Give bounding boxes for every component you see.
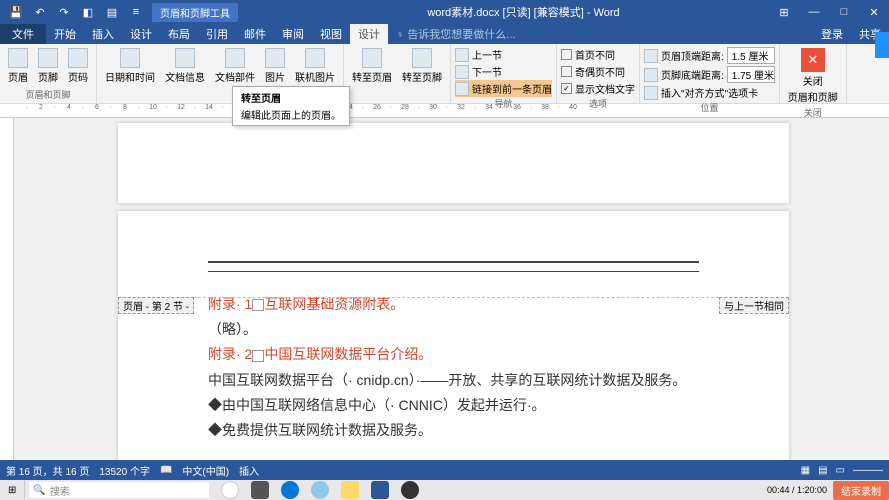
- doc-info-button[interactable]: 文档信息: [161, 46, 209, 86]
- qat-icon[interactable]: ◧: [78, 2, 98, 22]
- goto-footer-button[interactable]: 转至页脚: [398, 46, 446, 86]
- qat-dropdown-icon[interactable]: ≡: [126, 2, 146, 22]
- tooltip: 转至页眉 编辑此页面上的页眉。: [232, 86, 350, 126]
- zoom-slider[interactable]: ———: [853, 465, 883, 476]
- document-page[interactable]: [118, 123, 789, 203]
- doc-text: ◆免费提供互联网统计数据及服务。: [208, 418, 699, 443]
- view-web-icon[interactable]: ▭: [836, 465, 845, 476]
- tab-insert[interactable]: 插入: [84, 24, 122, 44]
- stop-recording-button[interactable]: 结束录制: [833, 481, 889, 500]
- tab-design-hf[interactable]: 设计: [350, 24, 388, 44]
- diff-odd-even-checkbox[interactable]: [561, 66, 572, 77]
- cortana-icon[interactable]: [221, 481, 239, 499]
- login-link[interactable]: 登录: [813, 26, 851, 42]
- quick-parts-button[interactable]: 文档部件: [211, 46, 259, 86]
- search-icon: 🔍: [33, 485, 45, 496]
- doc-text: 附录· 1: [208, 296, 252, 312]
- tab-review[interactable]: 审阅: [274, 24, 312, 44]
- tab-mailings[interactable]: 邮件: [236, 24, 274, 44]
- doc-text: 互联网基础资源附表。: [264, 296, 404, 312]
- undo-icon[interactable]: ↶: [30, 2, 50, 22]
- prev-section-button[interactable]: 上一节: [455, 46, 552, 63]
- group-label: 位置: [644, 101, 775, 114]
- taskbar-search[interactable]: 🔍 搜索: [29, 482, 209, 498]
- header-top-icon: [644, 49, 658, 63]
- doc-text: 中国互联网数据平台介绍。: [264, 346, 432, 362]
- picture-button[interactable]: 图片: [261, 46, 289, 86]
- view-read-icon[interactable]: ▦: [801, 465, 810, 476]
- footer-bottom-icon: [644, 68, 658, 82]
- start-button[interactable]: ⊞: [0, 480, 25, 500]
- insert-mode[interactable]: 插入: [239, 463, 259, 478]
- date-time-button[interactable]: 日期和时间: [101, 46, 159, 86]
- page-number-button[interactable]: 页码: [64, 46, 92, 86]
- next-section-button[interactable]: 下一节: [455, 63, 552, 80]
- diff-first-page-checkbox[interactable]: [561, 49, 572, 60]
- tab-home[interactable]: 开始: [46, 24, 84, 44]
- tab-references[interactable]: 引用: [198, 24, 236, 44]
- taskview-icon[interactable]: [251, 481, 269, 499]
- cloud-icon[interactable]: [311, 481, 329, 499]
- word-icon[interactable]: [371, 481, 389, 499]
- side-panel-indicator[interactable]: [875, 32, 889, 58]
- footer-button[interactable]: 页脚: [34, 46, 62, 86]
- qat-icon[interactable]: ▤: [102, 2, 122, 22]
- view-print-icon[interactable]: ▤: [818, 465, 827, 476]
- doc-text: （略）。: [208, 317, 699, 342]
- page-count[interactable]: 第 16 页，共 16 页: [6, 463, 89, 478]
- close-button[interactable]: ✕: [859, 0, 889, 24]
- tab-file[interactable]: 文件: [0, 24, 46, 44]
- insert-align-tab-button[interactable]: 插入"对齐方式"选项卡: [644, 84, 775, 101]
- save-icon[interactable]: 💾: [6, 2, 26, 22]
- spellcheck-icon[interactable]: 📖: [160, 465, 172, 476]
- contextual-tab: 页眉和页脚工具: [152, 3, 238, 22]
- explorer-icon[interactable]: [341, 481, 359, 499]
- doc-text: 附录· 2: [208, 346, 252, 362]
- word-count[interactable]: 13520 个字: [99, 463, 150, 478]
- ribbon-options-icon[interactable]: ⊞: [769, 0, 799, 24]
- footer-bottom-spinner[interactable]: 1.75 厘米: [727, 66, 775, 83]
- group-label: 页眉和页脚: [4, 88, 92, 101]
- checkbox-glyph-icon: [252, 350, 264, 362]
- window-title: word素材.docx [只读] [兼容模式] - Word: [278, 4, 769, 20]
- header-top-spinner[interactable]: 1.5 厘米: [727, 47, 775, 64]
- qq-icon[interactable]: [401, 481, 419, 499]
- header-section-tag: 页眉 - 第 2 节 -: [118, 297, 194, 314]
- doc-text: 中国互联网数据平台（· cnidp.cn）·——开放、共享的互联网统计数据及服务…: [208, 368, 699, 393]
- redo-icon[interactable]: ↷: [54, 2, 74, 22]
- show-doc-text-checkbox[interactable]: ✓: [561, 83, 572, 94]
- tab-view[interactable]: 视图: [312, 24, 350, 44]
- header-button[interactable]: 页眉: [4, 46, 32, 86]
- document-page[interactable]: 页眉 - 第 2 节 - 与上一节相同 附录· 1 互联网基础资源附表。 （略）。…: [118, 211, 789, 476]
- close-icon: ✕: [801, 48, 825, 72]
- minimize-button[interactable]: —: [799, 0, 829, 24]
- goto-header-button[interactable]: 转至页眉: [348, 46, 396, 86]
- doc-text: ◆由中国互联网络信息中心（· CNNIC）发起并运行·。: [208, 393, 699, 418]
- same-as-previous-tag: 与上一节相同: [719, 297, 789, 314]
- tell-me-input[interactable]: ♀ 告诉我您想要做什么...: [396, 26, 515, 42]
- tab-design-doc[interactable]: 设计: [122, 24, 160, 44]
- vertical-ruler[interactable]: [0, 118, 14, 476]
- close-hf-button[interactable]: ✕ 关闭 页眉和页脚: [784, 46, 842, 106]
- online-picture-button[interactable]: 联机图片: [291, 46, 339, 86]
- maximize-button[interactable]: □: [829, 0, 859, 24]
- language-indicator[interactable]: 中文(中国): [182, 463, 229, 478]
- edge-icon[interactable]: [281, 481, 299, 499]
- recording-time: 00:44 / 1:20:00: [767, 485, 827, 495]
- link-previous-button[interactable]: 链接到前一条页眉: [455, 80, 552, 97]
- tab-layout[interactable]: 布局: [160, 24, 198, 44]
- checkbox-glyph-icon: [252, 299, 264, 311]
